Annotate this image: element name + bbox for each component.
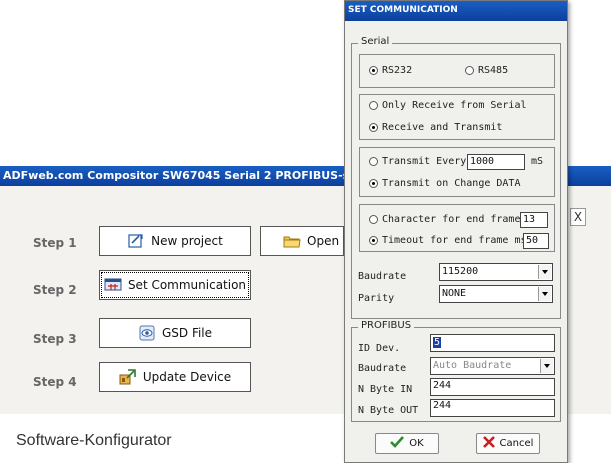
gsd-file-icon (138, 325, 156, 341)
new-project-icon (127, 233, 145, 249)
id-dev-input[interactable]: 5 (430, 334, 555, 352)
only-receive-label: Only Receive from Serial (382, 100, 527, 111)
baudrate-select[interactable]: 115200 (439, 263, 553, 281)
receive-transmit-radio[interactable]: Receive and Transmit (369, 122, 502, 133)
profibus-baudrate-select[interactable]: Auto Baudrate (430, 357, 555, 375)
set-communication-button[interactable]: Set Communication (99, 270, 251, 300)
ok-label: OK (409, 438, 424, 449)
checkmark-icon (390, 436, 405, 451)
set-communication-label: Set Communication (127, 278, 247, 292)
update-device-label: Update Device (142, 370, 232, 384)
profibus-baudrate-label: Baudrate (358, 363, 407, 374)
step-2-label: Step 2 (33, 283, 77, 297)
transmit-box (359, 147, 555, 197)
rs485-radio-dot (465, 66, 474, 75)
char-end-frame-radio[interactable]: Character for end frame (369, 214, 520, 225)
serial-group-legend: Serial (358, 36, 393, 47)
char-end-frame-radio-dot (369, 215, 378, 224)
transmit-on-change-label: Transmit on Change DATA (382, 178, 521, 189)
update-device-icon (119, 369, 137, 385)
caption-text: Software-Konfigurator (16, 432, 172, 449)
cancel-x-icon (482, 436, 495, 451)
n-byte-in-input[interactable]: 244 (430, 378, 555, 396)
parity-value: NONE (442, 288, 467, 299)
cancel-label: Cancel (499, 438, 534, 449)
transmit-every-label: Transmit Every (382, 156, 467, 167)
timeout-end-frame-input[interactable]: 50 (523, 233, 549, 249)
rs485-radio[interactable]: RS485 (465, 65, 508, 76)
chevron-down-icon (538, 265, 551, 279)
chevron-down-icon (540, 359, 553, 373)
new-project-label: New project (151, 234, 223, 248)
dialog-title: SET COMMUNICATION (345, 1, 567, 21)
open-label: Open (307, 234, 340, 248)
rs232-radio[interactable]: RS232 (369, 65, 412, 76)
timeout-end-frame-label: Timeout for end frame ms (382, 235, 527, 246)
baudrate-value: 115200 (442, 266, 479, 277)
n-byte-in-label: N Byte IN (358, 384, 413, 395)
char-end-frame-input[interactable]: 13 (520, 212, 548, 228)
id-dev-value: 5 (433, 337, 442, 348)
main-close-button[interactable]: X (570, 208, 586, 226)
transmit-on-change-radio[interactable]: Transmit on Change DATA (369, 178, 520, 189)
step-1-label: Step 1 (33, 236, 77, 250)
transmit-every-input[interactable]: 1000 (467, 154, 525, 170)
n-byte-out-label: N Byte OUT (358, 405, 419, 416)
ok-button[interactable]: OK (375, 433, 439, 454)
transmit-every-radio-dot (369, 157, 378, 166)
profibus-baudrate-value: Auto Baudrate (433, 360, 512, 371)
only-receive-radio-dot (369, 101, 378, 110)
baudrate-label: Baudrate (358, 271, 407, 282)
transmit-every-unit: mS (531, 156, 544, 167)
char-end-frame-label: Character for end frame (382, 214, 521, 225)
timeout-end-frame-radio[interactable]: Timeout for end frame ms (369, 235, 527, 246)
chevron-down-icon (538, 287, 551, 301)
gsd-file-button[interactable]: GSD File (99, 318, 251, 348)
new-project-button[interactable]: New project (99, 226, 251, 256)
receive-transmit-label: Receive and Transmit (382, 122, 503, 133)
gsd-file-label: GSD File (161, 326, 213, 340)
folder-icon (283, 233, 301, 249)
transmit-on-change-radio-dot (369, 179, 378, 188)
set-communication-dialog: SET COMMUNICATION Serial RS232 RS485 Onl… (344, 0, 568, 463)
step-4-label: Step 4 (33, 375, 77, 389)
parity-label: Parity (358, 293, 395, 304)
only-receive-radio[interactable]: Only Receive from Serial (369, 100, 527, 111)
cancel-button[interactable]: Cancel (476, 433, 540, 454)
open-button[interactable]: Open (260, 226, 344, 256)
set-communication-icon (104, 277, 122, 293)
id-dev-label: ID Dev. (358, 343, 401, 354)
rs232-radio-dot (369, 66, 378, 75)
receive-transmit-radio-dot (369, 123, 378, 132)
step-3-label: Step 3 (33, 332, 77, 346)
timeout-end-frame-radio-dot (369, 236, 378, 245)
profibus-group-legend: PROFIBUS (358, 320, 415, 331)
rs232-label: RS232 (382, 65, 413, 76)
n-byte-out-input[interactable]: 244 (430, 399, 555, 417)
parity-select[interactable]: NONE (439, 285, 553, 303)
update-device-button[interactable]: Update Device (99, 362, 251, 392)
transmit-every-radio[interactable]: Transmit Every (369, 156, 466, 167)
rs485-label: RS485 (478, 65, 509, 76)
